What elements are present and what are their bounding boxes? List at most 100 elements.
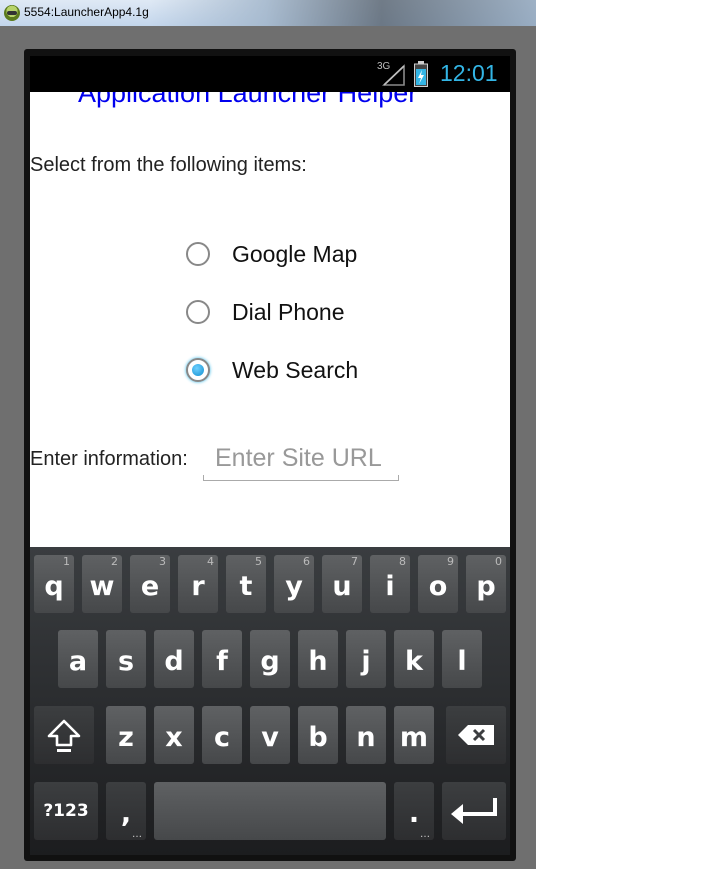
- key-hint: 2: [111, 555, 118, 568]
- emulator-window: 5554:LauncherApp4.1g 3G 12:01 Applicatio…: [0, 0, 536, 869]
- signal-icon: [382, 64, 405, 86]
- key-label: v: [261, 721, 279, 753]
- key-label: a: [68, 645, 88, 677]
- key-hint: 8: [399, 555, 406, 568]
- radio-label: Dial Phone: [232, 298, 345, 325]
- key-x[interactable]: x: [154, 706, 194, 764]
- radio-button-icon[interactable]: [186, 242, 210, 266]
- key-l[interactable]: l: [442, 630, 482, 688]
- window-titlebar: 5554:LauncherApp4.1g: [0, 0, 536, 26]
- key-j[interactable]: j: [346, 630, 386, 688]
- key-a[interactable]: a: [58, 630, 98, 688]
- key-hint: 7: [351, 555, 358, 568]
- space-key[interactable]: [154, 782, 386, 840]
- key-label: ,: [120, 797, 132, 829]
- key-m[interactable]: m: [394, 706, 434, 764]
- key-r[interactable]: 4r: [178, 555, 218, 613]
- key-label: m: [399, 721, 429, 753]
- radio-button-icon[interactable]: [186, 300, 210, 324]
- info-label: Enter information:: [30, 448, 188, 470]
- key-g[interactable]: g: [250, 630, 290, 688]
- key-label: g: [260, 645, 280, 677]
- key-label: o: [428, 570, 448, 602]
- key-s[interactable]: s: [106, 630, 146, 688]
- window-title: 5554:LauncherApp4.1g: [24, 5, 149, 19]
- key-label: e: [140, 570, 160, 602]
- key-label: h: [308, 645, 328, 677]
- key-label: r: [191, 570, 205, 602]
- key-label: i: [385, 570, 395, 602]
- shift-key[interactable]: [34, 706, 94, 764]
- status-bar: 3G 12:01: [30, 56, 510, 92]
- radio-option-dial-phone[interactable]: Dial Phone: [186, 295, 345, 329]
- key-v[interactable]: v: [250, 706, 290, 764]
- key-label: c: [213, 721, 230, 753]
- key-d[interactable]: d: [154, 630, 194, 688]
- key-u[interactable]: 7u: [322, 555, 362, 613]
- key-label: y: [285, 570, 303, 602]
- radio-option-google-map[interactable]: Google Map: [186, 237, 357, 271]
- radio-button-checked-icon[interactable]: [186, 358, 210, 382]
- key-label: f: [216, 645, 228, 677]
- key-hint: 3: [159, 555, 166, 568]
- key-label: u: [332, 570, 352, 602]
- backspace-icon: [458, 725, 494, 745]
- android-app-icon: [4, 5, 20, 21]
- enter-icon: [451, 798, 497, 824]
- key-h[interactable]: h: [298, 630, 338, 688]
- comma-key[interactable]: ,…: [106, 782, 146, 840]
- status-time: 12:01: [440, 60, 498, 86]
- key-b[interactable]: b: [298, 706, 338, 764]
- key-label: t: [239, 570, 253, 602]
- key-label: q: [44, 570, 64, 602]
- key-label: n: [356, 721, 376, 753]
- input-underline: [203, 475, 399, 481]
- period-key[interactable]: .…: [394, 782, 434, 840]
- key-f[interactable]: f: [202, 630, 242, 688]
- battery-icon: [414, 61, 428, 87]
- key-hint: 0: [495, 555, 502, 568]
- key-label: b: [308, 721, 328, 753]
- radio-label: Web Search: [232, 356, 359, 383]
- titlebar-background: [150, 0, 536, 26]
- key-w[interactable]: 2w: [82, 555, 122, 613]
- key-t[interactable]: 5t: [226, 555, 266, 613]
- key-e[interactable]: 3e: [130, 555, 170, 613]
- key-label: k: [405, 645, 423, 677]
- key-hint: 6: [303, 555, 310, 568]
- app-screen: Application Launcher Helper Select from …: [30, 92, 510, 547]
- key-label: l: [457, 645, 467, 677]
- key-label: d: [164, 645, 184, 677]
- app-title: Application Launcher Helper: [78, 92, 418, 108]
- site-url-input[interactable]: [203, 438, 399, 478]
- key-hint: 4: [207, 555, 214, 568]
- soft-keyboard: 1q 2w 3e 4r 5t 6y 7u 8i 9o 0p a s d f g …: [30, 547, 510, 855]
- radio-label: Google Map: [232, 240, 358, 267]
- key-label: x: [165, 721, 183, 753]
- key-hint: 9: [447, 555, 454, 568]
- key-hint: 1: [63, 555, 70, 568]
- enter-key[interactable]: [442, 782, 506, 840]
- key-label: p: [476, 570, 496, 602]
- radio-option-web-search[interactable]: Web Search: [186, 353, 358, 387]
- symbols-key[interactable]: ?123: [34, 782, 98, 840]
- more-dots-icon: …: [132, 829, 142, 840]
- key-k[interactable]: k: [394, 630, 434, 688]
- key-p[interactable]: 0p: [466, 555, 506, 613]
- key-c[interactable]: c: [202, 706, 242, 764]
- key-label: z: [118, 721, 134, 753]
- key-i[interactable]: 8i: [370, 555, 410, 613]
- key-label: j: [361, 645, 371, 677]
- key-y[interactable]: 6y: [274, 555, 314, 613]
- selection-prompt: Select from the following items:: [30, 154, 307, 176]
- backspace-key[interactable]: [446, 706, 506, 764]
- key-o[interactable]: 9o: [418, 555, 458, 613]
- key-label: ?123: [43, 801, 89, 821]
- key-label: .: [408, 797, 420, 829]
- key-n[interactable]: n: [346, 706, 386, 764]
- more-dots-icon: …: [420, 829, 430, 840]
- key-q[interactable]: 1q: [34, 555, 74, 613]
- shift-icon: [47, 719, 81, 752]
- key-z[interactable]: z: [106, 706, 146, 764]
- key-label: w: [89, 570, 115, 602]
